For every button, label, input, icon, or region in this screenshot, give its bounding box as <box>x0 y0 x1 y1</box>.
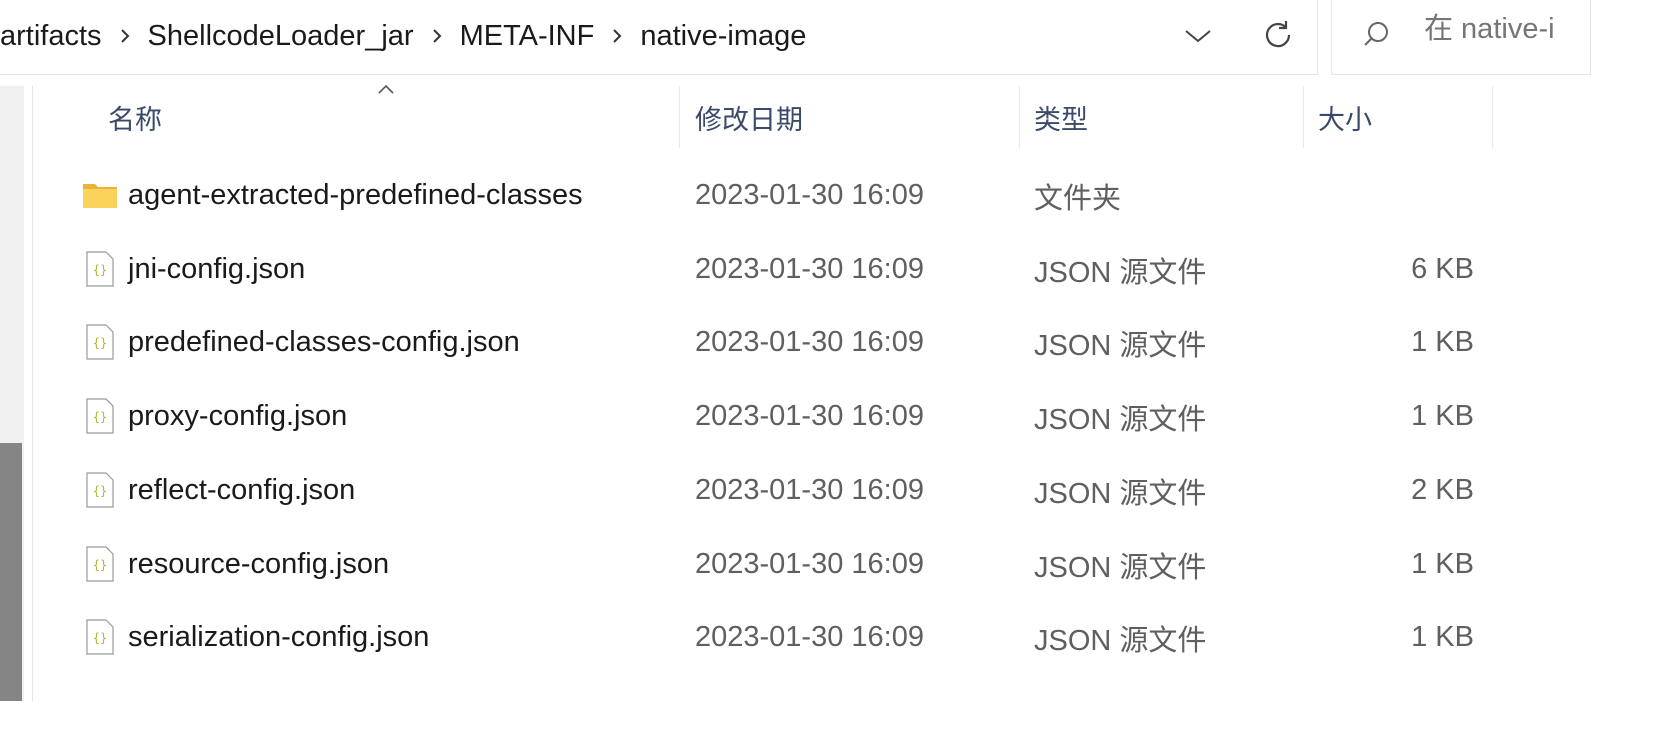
file-row[interactable]: {} proxy-config.json 2023-01-30 16:09 JS… <box>34 380 1568 453</box>
file-date: 2023-01-30 16:09 <box>695 179 924 211</box>
svg-text:{}: {} <box>93 631 107 645</box>
file-type: JSON 源文件 <box>1034 403 1207 436</box>
column-headers: 名称 修改日期 类型 大小 <box>34 84 1568 148</box>
file-date: 2023-01-30 16:09 <box>695 474 924 506</box>
file-date: 2023-01-30 16:09 <box>695 253 924 285</box>
breadcrumb-item-shellcodeloader-jar[interactable]: ShellcodeLoader_jar <box>140 20 422 53</box>
file-name: predefined-classes-config.json <box>128 326 520 358</box>
chevron-right-icon[interactable] <box>602 21 632 51</box>
column-divider[interactable] <box>679 86 680 148</box>
column-divider[interactable] <box>1303 86 1304 148</box>
search-icon <box>1364 22 1388 46</box>
pane-divider <box>32 86 33 701</box>
chevron-down-icon <box>1185 30 1211 43</box>
file-size: 1 KB <box>1411 621 1474 653</box>
file-date: 2023-01-30 16:09 <box>695 621 924 653</box>
file-name: resource-config.json <box>128 548 390 580</box>
column-header-date[interactable]: 修改日期 <box>695 86 803 148</box>
svg-text:{}: {} <box>93 484 107 498</box>
column-header-type[interactable]: 类型 <box>1034 86 1088 148</box>
file-size: 1 KB <box>1411 548 1474 580</box>
column-divider[interactable] <box>1019 86 1020 148</box>
file-type: JSON 源文件 <box>1034 477 1207 510</box>
svg-text:{}: {} <box>93 410 107 424</box>
address-history-dropdown[interactable] <box>1178 16 1218 56</box>
file-row-folder[interactable]: agent-extracted-predefined-classes 2023-… <box>34 159 1568 232</box>
address-bar[interactable]: artifacts ShellcodeLoader_jar META-INF n… <box>0 0 1318 75</box>
svg-text:{}: {} <box>93 263 107 277</box>
sort-ascending-icon <box>378 84 394 94</box>
file-type: 文件夹 <box>1034 182 1122 215</box>
file-date: 2023-01-30 16:09 <box>695 326 924 358</box>
file-type: JSON 源文件 <box>1034 624 1207 657</box>
file-size: 2 KB <box>1411 474 1474 506</box>
svg-text:{}: {} <box>93 558 107 572</box>
refresh-icon <box>1265 21 1291 48</box>
file-size: 1 KB <box>1411 326 1474 358</box>
svg-text:{}: {} <box>93 336 107 350</box>
file-name: agent-extracted-predefined-classes <box>128 179 583 211</box>
chevron-right-icon[interactable] <box>110 21 140 51</box>
file-row[interactable]: {} reflect-config.json 2023-01-30 16:09 … <box>34 454 1568 527</box>
json-file-icon: {} <box>86 398 114 434</box>
file-row[interactable]: {} jni-config.json 2023-01-30 16:09 JSON… <box>34 233 1568 306</box>
breadcrumb-item-meta-inf[interactable]: META-INF <box>452 20 603 53</box>
breadcrumb-item-artifacts[interactable]: artifacts <box>0 20 110 53</box>
file-name: proxy-config.json <box>128 400 348 432</box>
breadcrumb: artifacts ShellcodeLoader_jar META-INF n… <box>0 0 814 72</box>
file-date: 2023-01-30 16:09 <box>695 400 924 432</box>
json-file-icon: {} <box>86 324 114 360</box>
file-date: 2023-01-30 16:09 <box>695 548 924 580</box>
json-file-icon: {} <box>86 546 114 582</box>
column-header-name[interactable]: 名称 <box>108 86 162 148</box>
file-row[interactable]: {} predefined-classes-config.json 2023-0… <box>34 306 1568 379</box>
chevron-right-icon[interactable] <box>422 21 452 51</box>
search-input[interactable] <box>1424 13 1624 46</box>
json-file-icon: {} <box>86 472 114 508</box>
column-divider[interactable] <box>1492 86 1493 148</box>
file-type: JSON 源文件 <box>1034 551 1207 584</box>
json-file-icon: {} <box>86 619 114 655</box>
file-name: serialization-config.json <box>128 621 430 653</box>
breadcrumb-item-native-image[interactable]: native-image <box>632 20 814 53</box>
file-type: JSON 源文件 <box>1034 256 1207 289</box>
file-size: 6 KB <box>1411 253 1474 285</box>
file-row[interactable]: {} resource-config.json 2023-01-30 16:09… <box>34 528 1568 601</box>
file-size: 1 KB <box>1411 400 1474 432</box>
refresh-button[interactable] <box>1257 14 1299 56</box>
column-header-size[interactable]: 大小 <box>1318 86 1372 148</box>
file-name: jni-config.json <box>128 253 306 285</box>
json-file-icon: {} <box>86 251 114 287</box>
search-box[interactable] <box>1331 0 1624 75</box>
file-row[interactable]: {} serialization-config.json 2023-01-30 … <box>34 601 1568 674</box>
folder-icon <box>83 184 117 208</box>
file-type: JSON 源文件 <box>1034 329 1207 362</box>
file-size <box>1304 159 1474 232</box>
nav-scrollbar-thumb[interactable] <box>0 443 22 701</box>
file-name: reflect-config.json <box>128 474 356 506</box>
